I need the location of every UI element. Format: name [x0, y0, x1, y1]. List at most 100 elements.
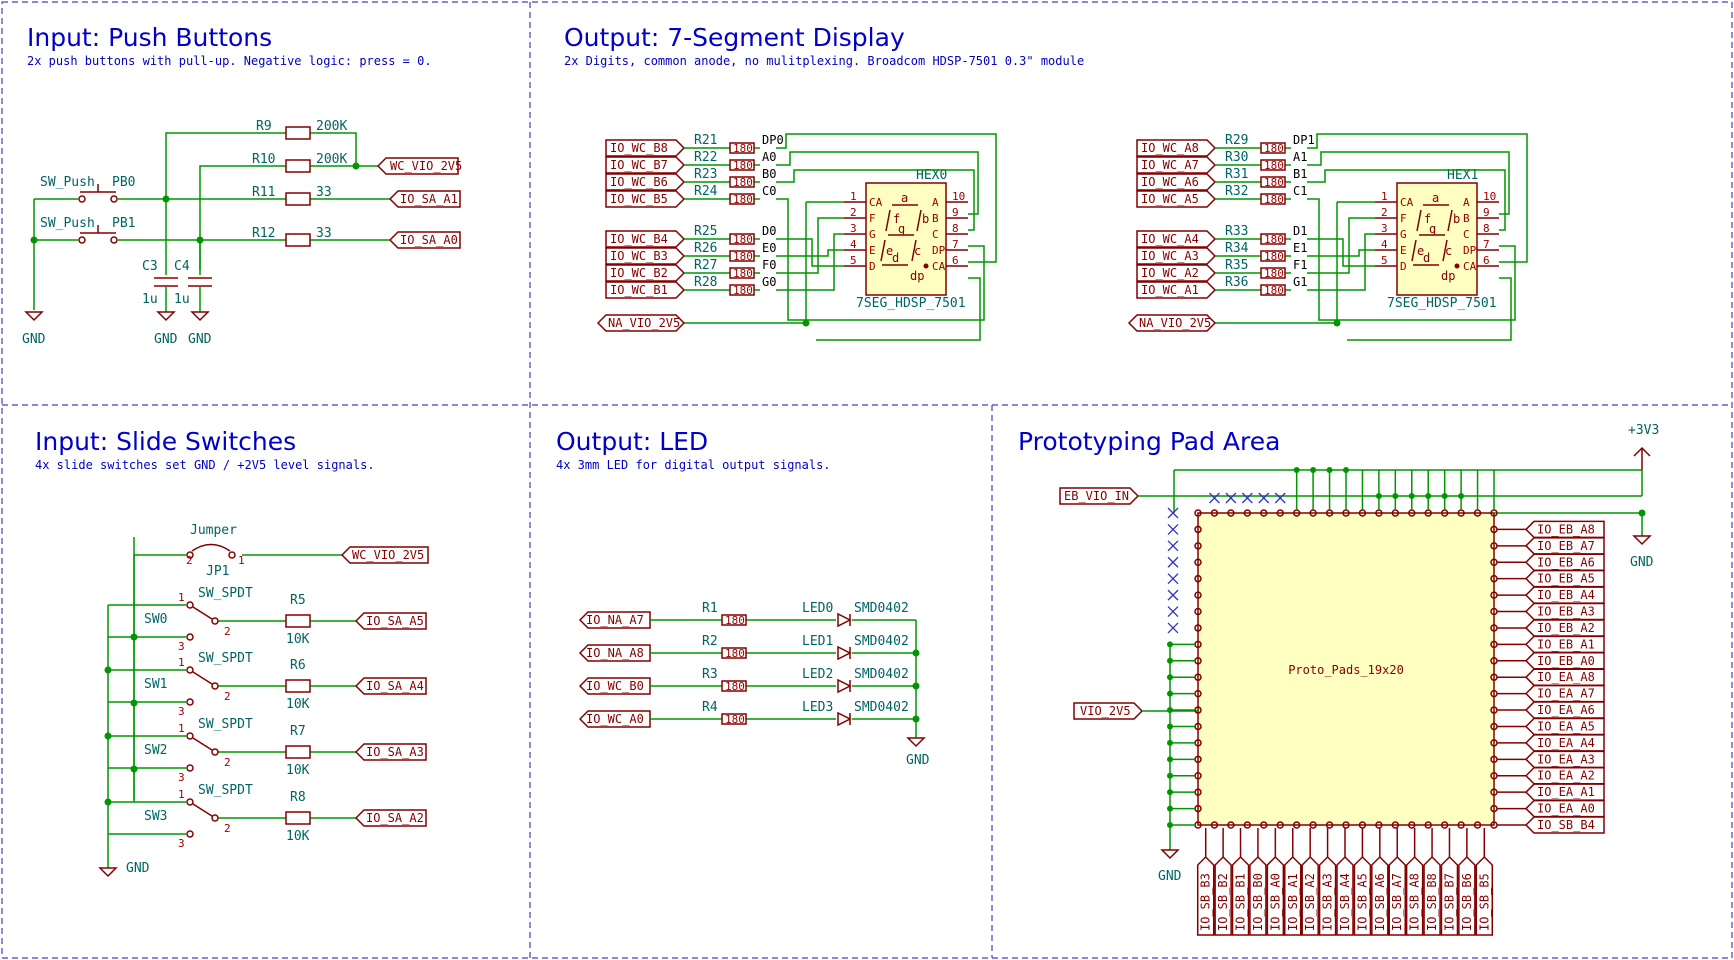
net-label-text: IO_EA_A6 — [1537, 703, 1595, 717]
resistor-value: 180 — [733, 233, 753, 246]
switch-lever[interactable] — [192, 803, 213, 817]
wire-junction — [802, 319, 810, 327]
switch-contact — [186, 633, 194, 641]
segment-letter: a — [901, 191, 908, 205]
chip-pin-number: 2 — [1381, 206, 1388, 219]
chip-pin-name: E — [869, 244, 876, 257]
resistor[interactable] — [285, 679, 311, 693]
switch-contact — [211, 748, 219, 756]
resistor-ref: R6 — [290, 658, 306, 673]
switch-contact — [186, 764, 194, 772]
net-name: A0 — [762, 150, 776, 164]
switch-pin: 1 — [178, 656, 185, 669]
wire-junction — [1375, 493, 1382, 499]
subtitle-seven-segment: 2x Digits, common anode, no mulitplexing… — [564, 54, 1084, 68]
no-connect-mark — [1167, 540, 1179, 552]
resistor-ref: R8 — [290, 790, 306, 805]
chip-pin-number: 1 — [850, 190, 857, 203]
title-seven-segment: Output: 7-Segment Display — [564, 23, 905, 52]
no-connect-mark — [1167, 606, 1179, 617]
net-name: C0 — [762, 184, 776, 198]
net-label-text: IO_NA_A8 — [586, 646, 644, 660]
wire-junction — [1392, 493, 1399, 499]
switch-type: SW_SPDT — [198, 651, 253, 666]
wire-junction — [1167, 772, 1173, 779]
net-label-text: WC_VIO_2V5 — [390, 159, 462, 173]
chip-pin-number: 6 — [952, 254, 959, 267]
segment-letter: b — [1453, 212, 1460, 226]
resistor-r11[interactable] — [285, 192, 311, 206]
resistor-value: 180 — [1264, 176, 1284, 189]
gnd-label: GND — [1630, 555, 1654, 570]
resistor-ref: R25 — [694, 224, 717, 239]
plus-3v3-symbol — [1633, 446, 1651, 470]
resistor[interactable] — [285, 745, 311, 759]
net-label-text: IO_SB_B1 — [1234, 873, 1248, 931]
switch-lever[interactable] — [192, 671, 213, 685]
wire-junction — [1167, 674, 1173, 681]
switch-pin: 2 — [224, 690, 231, 703]
led-symbol[interactable] — [837, 612, 852, 628]
net-label-text: NA_VIO_2V5 — [1139, 316, 1211, 330]
net-label-text: IO_SB_A3 — [1321, 873, 1335, 931]
net-label-text: NA_VIO_2V5 — [608, 316, 680, 330]
resistor-r10[interactable] — [285, 159, 311, 173]
net-label-text: IO_WC_A2 — [1141, 266, 1199, 280]
resistor-ref: R34 — [1225, 241, 1249, 256]
net-label-text: IO_SA_A3 — [366, 745, 424, 759]
net-label-text: IO_EB_A8 — [1537, 522, 1595, 536]
gnd-label: GND — [22, 332, 46, 347]
resistor-value: 180 — [725, 614, 745, 627]
capacitor-c3[interactable] — [154, 277, 178, 287]
resistor[interactable] — [285, 614, 311, 628]
wire-junction — [1167, 723, 1173, 730]
switch-contact — [186, 666, 194, 674]
net-label-text: IO_WC_A8 — [1141, 141, 1199, 155]
switch-lever[interactable] — [192, 737, 213, 751]
chip-pin-name: CA — [1463, 260, 1477, 273]
switch-pin: 2 — [224, 756, 231, 769]
switch-pin: 3 — [178, 640, 185, 653]
resistor-r12[interactable] — [285, 233, 311, 247]
resistor-value: 180 — [1264, 250, 1284, 263]
capacitor-c4[interactable] — [188, 277, 212, 287]
led-symbol[interactable] — [837, 678, 852, 694]
chip-pin-number: 4 — [1381, 238, 1388, 251]
wire-junction — [1167, 690, 1173, 697]
jumper-jp1[interactable] — [186, 543, 236, 559]
switch-contact — [186, 798, 194, 806]
wire-junction — [1293, 467, 1300, 473]
net-label-text: IO_WC_B8 — [610, 141, 668, 155]
chip-pin-number: 8 — [1483, 222, 1490, 235]
gnd-label: GND — [126, 861, 150, 876]
net-label-text: IO_WC_B4 — [610, 232, 668, 246]
led-ref: LED2 — [802, 667, 833, 682]
chip-pin-name: DP — [932, 244, 946, 257]
led-package: SMD0402 — [854, 634, 909, 649]
chip-pin-name: C — [932, 228, 939, 241]
chip-pin-number: 7 — [1483, 238, 1490, 251]
net-label-text: IO_SB_B0 — [1251, 873, 1265, 931]
wire-junction — [1310, 467, 1317, 473]
switch-contact — [186, 732, 194, 740]
resistor-ref: R24 — [694, 184, 718, 199]
title-slide-switches: Input: Slide Switches — [35, 427, 296, 456]
net-label-text: IO_SB_B2 — [1216, 873, 1230, 931]
resistor-r9[interactable] — [285, 126, 311, 140]
chip-part: 7SEG_HDSP_7501 — [856, 296, 966, 311]
resistor-value: 180 — [733, 250, 753, 263]
c3-value: 1u — [142, 292, 158, 307]
resistor[interactable] — [285, 811, 311, 825]
jumper-type: Jumper — [190, 523, 237, 538]
segment-letter: d — [1423, 251, 1430, 265]
resistor-ref: R28 — [694, 275, 717, 290]
net-label-text: IO_SB_A2 — [1303, 873, 1317, 931]
switch-lever[interactable] — [192, 606, 213, 620]
chip-pin-number: 7 — [952, 238, 959, 251]
title-push-buttons: Input: Push Buttons — [27, 23, 272, 52]
chip-pin-name: CA — [932, 260, 946, 273]
switch-contact — [211, 682, 219, 690]
led-symbol[interactable] — [837, 645, 852, 661]
chip-pin-number: 5 — [1381, 254, 1388, 267]
led-symbol[interactable] — [837, 711, 852, 727]
